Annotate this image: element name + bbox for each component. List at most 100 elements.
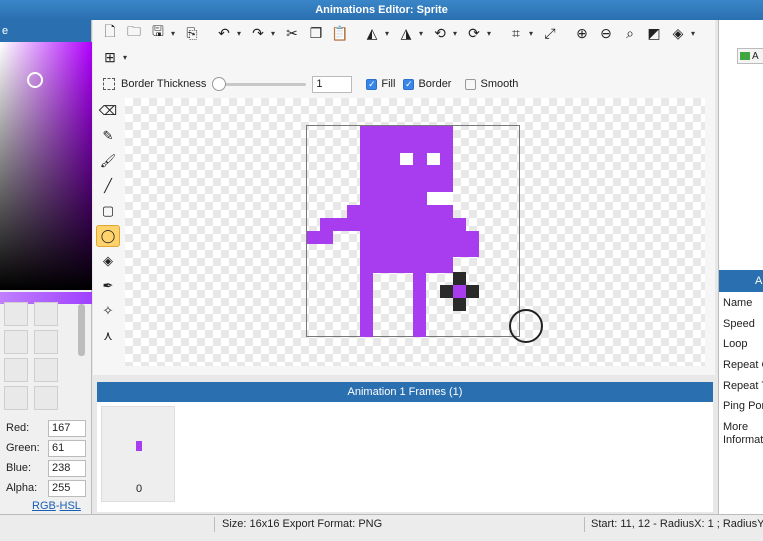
flip-v-dropdown-icon[interactable]: ▾ [419,22,427,44]
color-panel-header: e [0,20,91,42]
save-icon[interactable]: 🖫 [147,22,169,44]
color-swatch[interactable] [34,302,58,326]
layers-icon[interactable]: ◈ [667,22,689,44]
save-dropdown-icon[interactable]: ▾ [171,22,179,44]
smooth-checkbox[interactable] [465,78,477,90]
blue-input[interactable]: 238 [48,459,86,477]
color-saturation-picker[interactable] [0,42,92,290]
flip-horizontal-icon[interactable]: ◭ [361,22,383,44]
frames-panel: 0 [97,402,713,512]
paint-bucket-icon[interactable]: ◈ [96,250,120,272]
color-swatch[interactable] [4,386,28,410]
flip-h-dropdown-icon[interactable]: ▾ [385,22,393,44]
eraser-icon[interactable]: ⌫ [96,100,120,122]
line-icon[interactable]: ╱ [96,175,120,197]
rotate-right-icon[interactable]: ⟳ [463,22,485,44]
cut-icon[interactable]: ✂ [281,22,303,44]
magic-wand-icon[interactable]: ✧ [96,300,120,322]
sprite-arm-right-2 [440,218,466,231]
export-icon[interactable]: ⎘ [181,22,203,44]
status-size-format: Size: 16x16 Export Format: PNG [222,518,383,530]
status-bar: Size: 16x16 Export Format: PNG Start: 11… [0,514,763,541]
hsl-link[interactable]: HSL [60,500,81,512]
border-checkbox[interactable]: ✓ [403,78,415,90]
rgb-link[interactable]: RGB [32,500,56,512]
slider-thumb[interactable] [212,77,227,91]
color-swatch[interactable] [4,358,28,382]
zoom-in-icon[interactable]: ⊕ [571,22,593,44]
slider-track [212,83,307,86]
undo-icon[interactable]: ↶ [213,22,235,44]
animation-icon [740,52,750,60]
copy-icon[interactable]: ❐ [305,22,327,44]
sprite-leg-left [360,273,373,337]
frame-number: 0 [135,483,143,495]
crop-icon[interactable]: ⌗ [505,22,527,44]
alpha-row: Alpha: 255 [6,478,92,498]
swatch-scrollbar[interactable] [78,304,85,356]
color-picker-handle[interactable] [27,72,43,88]
tool-options-bar: Border Thickness 1 ✓ Fill ✓ Border Smoot… [93,72,715,96]
ellipse-cursor-icon [509,309,543,343]
brush-preview-top [453,272,466,285]
grid-dropdown-icon[interactable]: ▾ [123,46,131,68]
flip-vertical-icon[interactable]: ◮ [395,22,417,44]
ellipse-icon[interactable]: ◯ [96,225,120,247]
frame-thumbnail[interactable]: 0 [101,406,175,502]
sprite-leg-right [413,273,426,337]
window-title: Animations Editor: Sprite [0,0,763,20]
green-input[interactable]: 61 [48,439,86,457]
sprite-arm-right-3 [453,231,479,257]
border-checkbox-group[interactable]: ✓ Border [403,78,451,90]
border-thickness-label: Border Thickness [121,78,207,90]
border-thickness-slider[interactable] [212,77,307,91]
resize-icon[interactable]: ⤢ [539,22,561,44]
redo-icon[interactable]: ↷ [247,22,269,44]
redo-dropdown-icon[interactable]: ▾ [271,22,279,44]
add-animation-button[interactable]: A [737,48,763,64]
fill-checkbox[interactable]: ✓ [366,78,378,90]
color-swatch[interactable] [4,330,28,354]
red-input[interactable]: 167 [48,419,86,437]
grid-icon[interactable]: ⊞ [99,46,121,68]
properties-header: A [719,270,763,292]
rotate-left-icon[interactable]: ⟲ [429,22,451,44]
sprite-frame[interactable] [306,125,520,337]
rotate-right-dropdown-icon[interactable]: ▾ [487,22,495,44]
color-swatch[interactable] [4,302,28,326]
zoom-fit-icon[interactable]: ⌕ [619,22,641,44]
border-thickness-input[interactable]: 1 [312,75,353,93]
eyedropper-icon[interactable]: ✒ [96,275,120,297]
pencil-icon[interactable]: ✎ [96,125,120,147]
undo-dropdown-icon[interactable]: ▾ [237,22,245,44]
color-swatch[interactable] [34,330,58,354]
brush-preview-right [466,285,479,298]
brush-preview-bottom [453,298,466,311]
crop-dropdown-icon[interactable]: ▾ [529,22,537,44]
editor-area: 🗋 🗀 🖫 ▾ ⎘ ↶ ▾ ↷ ▾ ✂ ❐ 📋 ◭ ▾ ◮ ▾ ⟲ ▾ ⟳ ▾ … [93,20,715,375]
brush-icon[interactable]: 🖌 [96,150,120,172]
paste-icon[interactable]: 📋 [329,22,351,44]
brush-preview-center [453,285,466,298]
new-file-icon[interactable]: 🗋 [99,22,121,44]
fill-checkbox-group[interactable]: ✓ Fill [366,78,395,90]
transform-icon[interactable]: ⋏ [96,325,120,347]
sprite-arm-left-3 [307,231,333,244]
drawing-canvas[interactable] [125,98,705,366]
sprite-arm-left-2 [320,218,360,231]
toggle-background-icon[interactable]: ◩ [643,22,665,44]
blue-row: Blue: 238 [6,458,92,478]
smooth-checkbox-group[interactable]: Smooth [465,78,518,90]
green-label: Green: [6,442,40,454]
open-folder-icon[interactable]: 🗀 [123,22,145,44]
red-row: Red: 167 [6,418,92,438]
rectangle-icon[interactable]: ▢ [96,200,120,222]
layers-dropdown-icon[interactable]: ▾ [691,22,699,44]
color-swatch[interactable] [34,358,58,382]
selection-icon[interactable] [103,78,115,90]
rotate-left-dropdown-icon[interactable]: ▾ [453,22,461,44]
alpha-input[interactable]: 255 [48,479,86,497]
color-swatch[interactable] [34,386,58,410]
sprite-arm-right-1 [427,205,453,218]
zoom-out-icon[interactable]: ⊖ [595,22,617,44]
